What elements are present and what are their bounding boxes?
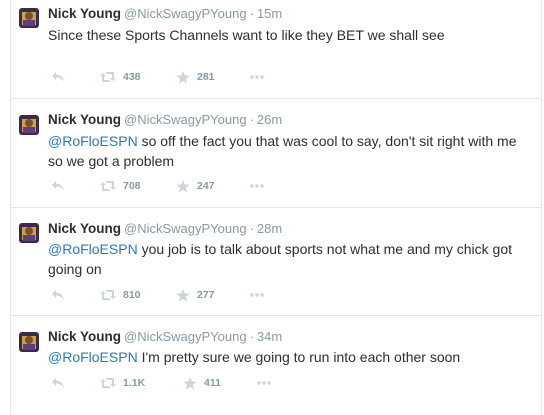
star-icon	[176, 288, 190, 301]
more-icon	[250, 293, 264, 297]
tweet-timeline: Nick Young @NickSwagyPYoung · 15m Since the…	[0, 0, 544, 415]
tweet-header: Nick Young @NickSwagyPYoung · 28m	[48, 221, 282, 237]
user-handle[interactable]: @NickSwagyPYoung	[124, 221, 247, 236]
reply-button[interactable]	[51, 69, 65, 85]
retweet-button[interactable]: 708	[100, 178, 141, 194]
more-icon	[257, 381, 271, 385]
tweet-text: @RoFloESPN so off the fact you that was …	[48, 131, 528, 171]
more-button[interactable]	[249, 69, 265, 85]
retweet-count: 438	[123, 71, 141, 83]
tweet-timestamp[interactable]: 26m	[257, 112, 282, 127]
mention-link[interactable]: @RoFloESPN	[48, 349, 138, 365]
tweet-body: I'm pretty sure we going to run into eac…	[137, 349, 461, 365]
reply-button[interactable]	[51, 178, 65, 194]
retweet-icon	[100, 378, 116, 388]
retweet-button[interactable]: 1.1K	[100, 375, 145, 391]
reply-icon	[52, 181, 64, 191]
retweet-icon	[100, 181, 116, 191]
more-button[interactable]	[249, 287, 265, 303]
star-icon	[176, 70, 190, 83]
tweet-timestamp[interactable]: 28m	[257, 221, 282, 236]
reply-icon	[52, 72, 64, 82]
star-icon	[183, 376, 197, 389]
user-name[interactable]: Nick Young	[48, 329, 121, 344]
separator-dot: ·	[249, 112, 254, 127]
tweet-text: @RoFloESPN you job is to talk about spor…	[48, 239, 528, 279]
user-handle[interactable]: @NickSwagyPYoung	[124, 329, 247, 344]
more-button[interactable]	[249, 178, 265, 194]
reply-button[interactable]	[51, 375, 65, 391]
retweet-icon	[100, 72, 116, 82]
avatar[interactable]	[19, 223, 39, 243]
retweet-icon	[100, 290, 116, 300]
avatar[interactable]	[19, 8, 39, 28]
separator-dot: ·	[249, 329, 254, 344]
tweet-header: Nick Young @NickSwagyPYoung · 15m	[48, 6, 282, 22]
separator-dot: ·	[249, 221, 254, 236]
retweet-button[interactable]: 438	[100, 69, 141, 85]
favorite-count: 411	[204, 377, 221, 389]
favorite-count: 277	[197, 289, 215, 301]
reply-button[interactable]	[51, 287, 65, 303]
tweet-text: @RoFloESPN I'm pretty sure we going to r…	[48, 347, 528, 367]
tweet-item[interactable]: Nick Young @NickSwagyPYoung · 15m Since the…	[10, 0, 542, 98]
retweet-count: 708	[123, 180, 141, 192]
retweet-count: 1.1K	[123, 377, 146, 389]
favorite-button[interactable]: 277	[176, 287, 215, 303]
separator-dot: ·	[249, 6, 254, 21]
reply-icon	[52, 378, 64, 388]
tweet-header: Nick Young @NickSwagyPYoung · 34m	[48, 329, 282, 345]
tweet-header: Nick Young @NickSwagyPYoung · 26m	[48, 112, 282, 128]
user-name[interactable]: Nick Young	[48, 6, 121, 21]
user-name[interactable]: Nick Young	[48, 221, 121, 236]
avatar[interactable]	[19, 332, 39, 352]
favorite-button[interactable]: 247	[176, 178, 215, 194]
tweet-item[interactable]: Nick Young @NickSwagyPYoung · 34m @RoFloESP…	[10, 315, 542, 415]
more-icon	[250, 184, 264, 188]
favorite-count: 247	[197, 180, 215, 192]
star-icon	[176, 179, 190, 192]
reply-icon	[52, 290, 64, 300]
favorite-button[interactable]: 281	[176, 69, 215, 85]
mention-link[interactable]: @RoFloESPN	[48, 133, 138, 149]
retweet-button[interactable]: 810	[100, 287, 141, 303]
tweet-actions: 1.1K 411	[48, 375, 288, 391]
retweet-count: 810	[123, 289, 141, 301]
tweet-timestamp[interactable]: 34m	[257, 329, 282, 344]
mention-link[interactable]: @RoFloESPN	[48, 241, 138, 257]
user-handle[interactable]: @NickSwagyPYoung	[124, 6, 247, 21]
more-button[interactable]	[256, 375, 272, 391]
tweet-text: Since these Sports Channels want to like…	[48, 25, 528, 45]
tweet-item[interactable]: Nick Young @NickSwagyPYoung · 26m @RoFloESP…	[10, 98, 542, 207]
tweet-item[interactable]: Nick Young @NickSwagyPYoung · 28m @RoFloESP…	[10, 207, 542, 315]
more-icon	[250, 75, 264, 79]
avatar[interactable]	[19, 115, 39, 135]
favorite-button[interactable]: 411	[183, 375, 221, 391]
tweet-actions: 708 247	[48, 178, 288, 194]
favorite-count: 281	[197, 71, 215, 83]
user-name[interactable]: Nick Young	[48, 112, 121, 127]
tweet-body: Since these Sports Channels want to like…	[48, 27, 445, 43]
tweet-timestamp[interactable]: 15m	[257, 6, 282, 21]
tweet-actions: 810 277	[48, 287, 288, 303]
user-handle[interactable]: @NickSwagyPYoung	[124, 112, 247, 127]
tweet-actions: 438 281	[48, 69, 288, 85]
